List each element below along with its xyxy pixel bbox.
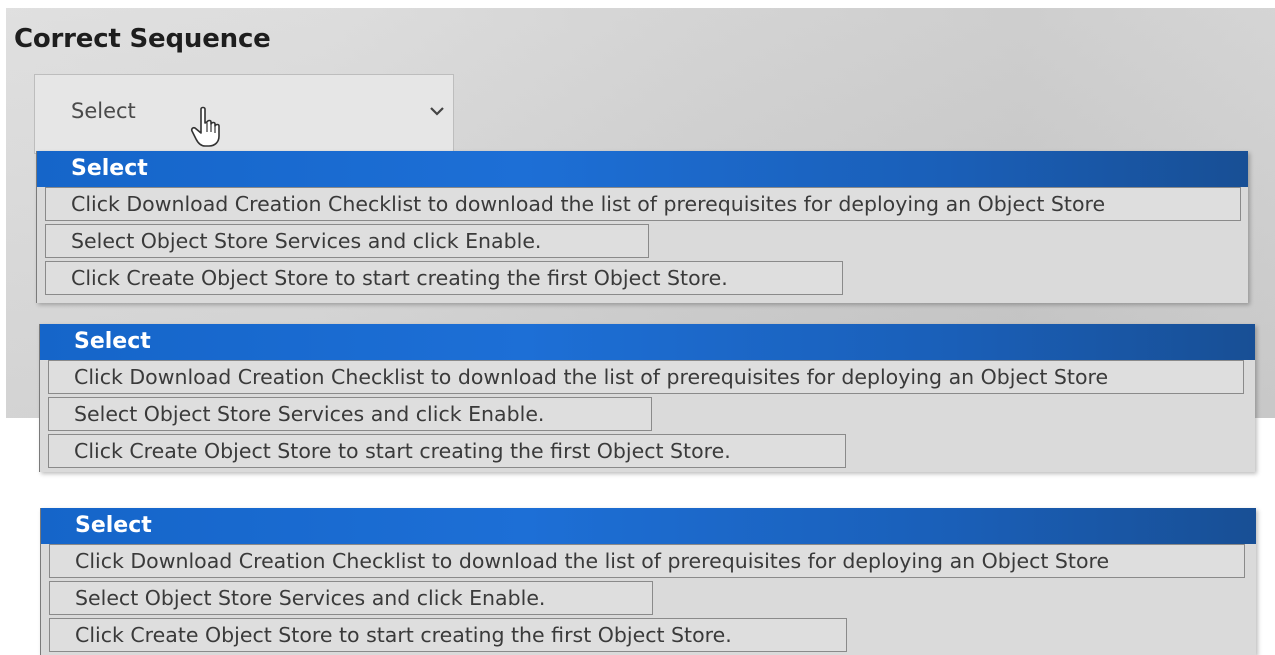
option-download-checklist[interactable]: Click Download Creation Checklist to dow… bbox=[49, 544, 1245, 578]
option-select-highlighted[interactable]: Select bbox=[40, 324, 1255, 360]
option-select-highlighted[interactable]: Select bbox=[41, 508, 1256, 544]
option-list-1: Select Click Download Creation Checklist… bbox=[36, 151, 1248, 303]
option-list-3: Select Click Download Creation Checklist… bbox=[40, 508, 1256, 655]
screenshot-stage: Correct Sequence Select Select Click Dow… bbox=[0, 0, 1275, 655]
option-list-2: Select Click Download Creation Checklist… bbox=[39, 324, 1255, 472]
option-enable-services[interactable]: Select Object Store Services and click E… bbox=[45, 224, 649, 258]
option-enable-services[interactable]: Select Object Store Services and click E… bbox=[48, 397, 652, 431]
select-value: Select bbox=[71, 99, 136, 123]
option-create-object-store[interactable]: Click Create Object Store to start creat… bbox=[48, 434, 846, 468]
chevron-down-icon bbox=[430, 107, 444, 116]
option-download-checklist[interactable]: Click Download Creation Checklist to dow… bbox=[45, 187, 1241, 221]
option-create-object-store[interactable]: Click Create Object Store to start creat… bbox=[49, 618, 847, 652]
option-create-object-store[interactable]: Click Create Object Store to start creat… bbox=[45, 261, 843, 295]
option-enable-services[interactable]: Select Object Store Services and click E… bbox=[49, 581, 653, 615]
option-download-checklist[interactable]: Click Download Creation Checklist to dow… bbox=[48, 360, 1244, 394]
page-title: Correct Sequence bbox=[14, 24, 271, 54]
sequence-select[interactable]: Select bbox=[34, 74, 454, 154]
option-select-highlighted[interactable]: Select bbox=[37, 151, 1248, 187]
hand-pointer-icon bbox=[190, 106, 220, 147]
